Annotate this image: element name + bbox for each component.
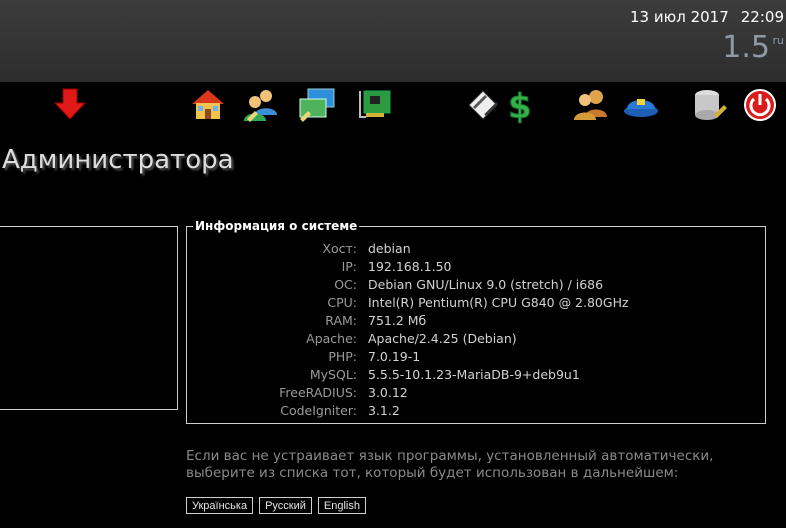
info-value: Intel(R) Pentium(R) CPU G840 @ 2.80GHz bbox=[368, 295, 629, 310]
info-label: MySQL: bbox=[309, 367, 357, 382]
down-arrow-icon[interactable] bbox=[50, 85, 90, 125]
system-info-panel: Информация о системе Хост: debian IP: 19… bbox=[186, 219, 767, 424]
info-label: CPU: bbox=[327, 295, 357, 310]
info-row-ram: RAM: 751.2 Мб bbox=[187, 313, 767, 331]
users-icon[interactable] bbox=[241, 85, 281, 125]
version-number: 1.5 bbox=[722, 30, 770, 65]
info-row-cpu: CPU: Intel(R) Pentium(R) CPU G840 @ 2.80… bbox=[187, 295, 767, 313]
info-row-ip: IP: 192.168.1.50 bbox=[187, 259, 767, 277]
version-label: 1.5 ru bbox=[722, 30, 784, 65]
info-value: 5.5.5-10.1.23-MariaDB-9+deb9u1 bbox=[368, 367, 580, 382]
documents-icon[interactable] bbox=[463, 85, 503, 125]
network-card-icon[interactable] bbox=[356, 85, 396, 125]
info-value: 192.168.1.50 bbox=[368, 259, 452, 274]
info-label: FreeRADIUS: bbox=[279, 385, 357, 400]
info-value: debian bbox=[368, 241, 411, 256]
info-row-apache: Apache: Apache/2.4.25 (Debian) bbox=[187, 331, 767, 349]
info-value: 751.2 Мб bbox=[368, 313, 427, 328]
date-text: 13 июл 2017 bbox=[630, 8, 729, 26]
language-note-line2: выберите из списка тот, который будет ис… bbox=[186, 465, 679, 481]
language-button-ukrainian[interactable]: Українська bbox=[186, 497, 254, 514]
language-note-line1: Если вас не устраивает язык программы, у… bbox=[186, 448, 714, 464]
info-value: 3.1.2 bbox=[368, 403, 400, 418]
info-label: ОС: bbox=[334, 277, 357, 292]
main-toolbar: $ bbox=[0, 85, 786, 129]
info-label: RAM: bbox=[325, 313, 357, 328]
info-row-codeigniter: CodeIgniter: 3.1.2 bbox=[187, 403, 767, 421]
language-note: Если вас не устраивает язык программы, у… bbox=[186, 448, 746, 482]
info-row-mysql: MySQL: 5.5.5-10.1.23-MariaDB-9+deb9u1 bbox=[187, 367, 767, 385]
datetime: 13 июл 2017 22:09 bbox=[630, 8, 784, 26]
info-row-freeradius: FreeRADIUS: 3.0.12 bbox=[187, 385, 767, 403]
language-buttons: Українська Русский English bbox=[186, 497, 372, 514]
page-title: Администратора bbox=[2, 145, 234, 175]
power-icon[interactable] bbox=[740, 85, 780, 125]
admin-cap-icon[interactable] bbox=[621, 85, 661, 125]
svg-text:$: $ bbox=[508, 87, 532, 125]
user-groups-icon[interactable] bbox=[571, 85, 611, 125]
info-row-os: ОС: Debian GNU/Linux 9.0 (stretch) / i68… bbox=[187, 277, 767, 295]
info-label: Хост: bbox=[322, 241, 357, 256]
info-row-host: Хост: debian bbox=[187, 241, 767, 259]
info-value: Debian GNU/Linux 9.0 (stretch) / i686 bbox=[368, 277, 604, 292]
system-info-legend: Информация о системе bbox=[193, 219, 360, 233]
info-value: Apache/2.4.25 (Debian) bbox=[368, 331, 517, 346]
info-row-php: PHP: 7.0.19-1 bbox=[187, 349, 767, 367]
version-suffix: ru bbox=[772, 34, 785, 47]
info-value: 3.0.12 bbox=[368, 385, 408, 400]
screens-icon[interactable] bbox=[296, 85, 336, 125]
info-value: 7.0.19-1 bbox=[368, 349, 421, 364]
database-clean-icon[interactable] bbox=[690, 85, 730, 125]
info-label: CodeIgniter: bbox=[280, 403, 357, 418]
info-label: PHP: bbox=[328, 349, 357, 364]
time-text: 22:09 bbox=[740, 8, 784, 26]
language-button-russian[interactable]: Русский bbox=[259, 497, 312, 514]
payments-icon[interactable]: $ bbox=[502, 85, 542, 128]
info-label: IP: bbox=[341, 259, 357, 274]
home-icon[interactable] bbox=[188, 85, 228, 125]
left-panel bbox=[0, 226, 178, 410]
info-label: Apache: bbox=[306, 331, 357, 346]
top-bar: 13 июл 2017 22:09 1.5 ru bbox=[0, 0, 786, 82]
language-button-english[interactable]: English bbox=[317, 497, 366, 514]
